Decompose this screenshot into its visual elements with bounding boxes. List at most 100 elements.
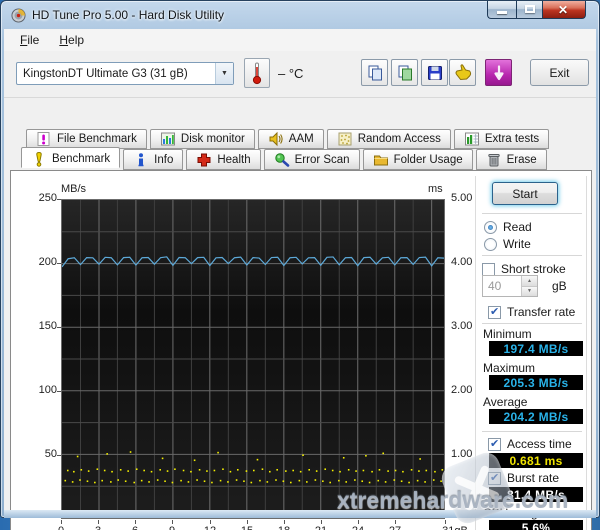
tab-label: Extra tests [484,133,540,145]
short-stroke-spinner[interactable]: 40 ▲ ▼ [482,275,538,297]
tab-extra-tests[interactable]: Extra tests [453,129,550,149]
chart-canvas [62,200,444,518]
x-axis-tick-label: 3 [78,525,118,530]
x-axis-tick [247,520,248,524]
read-radio-row[interactable]: Read [484,220,532,234]
left-axis-unit: MB/s [61,183,87,195]
magnifier-icon [274,152,289,167]
short-stroke-unit: gB [552,279,567,293]
hand-button[interactable] [449,59,476,86]
download-button[interactable] [485,59,512,86]
exit-button[interactable]: Exit [530,59,589,86]
x-axis-tick-label: 9 [152,525,192,530]
temperature-value: – °C [278,66,304,81]
x-axis-tick [61,520,62,524]
tab-aam[interactable]: AAM [257,129,324,149]
x-axis-tick-label: 15 [227,525,267,530]
tab-disk-monitor[interactable]: Disk monitor [149,129,255,149]
spinner-down-icon[interactable]: ▼ [522,286,537,296]
tab-benchmark[interactable]: Benchmark [21,147,121,168]
speaker-icon [269,131,283,147]
x-axis-tick [358,520,359,524]
transfer-rate-label: Transfer rate [507,305,576,319]
access-time-row[interactable]: Access time [488,437,572,451]
spinner-buttons[interactable]: ▲ ▼ [521,276,537,296]
copy-button[interactable] [361,59,388,86]
burst-rate-row[interactable]: Burst rate [488,471,559,485]
close-icon: ✕ [558,3,569,17]
x-axis-tick-label: 24 [338,525,378,530]
tab-label: Info [154,153,174,166]
x-axis-tick [210,520,211,524]
left-axis-tick-label: 150 [38,320,57,332]
left-axis-tick-label: 100 [38,384,57,396]
write-radio[interactable] [484,237,497,251]
spinner-up-icon[interactable]: ▲ [522,276,537,287]
left-axis-tick [57,455,61,456]
tab-erase[interactable]: Erase [475,149,547,170]
minimize-icon [497,11,507,14]
right-axis-tick-label: 2.00 [451,384,473,396]
read-label: Read [503,220,532,234]
tab-health[interactable]: Health [186,149,261,170]
access-time-value: 0.681 ms [489,453,583,468]
right-axis-tick-label: 3.00 [451,320,473,332]
menu-file[interactable]: File [12,31,47,49]
start-label: Start [512,186,538,201]
tab-random-access[interactable]: Random Access [326,129,451,149]
write-radio-row[interactable]: Write [484,237,531,251]
transfer-rate-row[interactable]: Transfer rate [488,305,575,319]
tab-file-benchmark[interactable]: File Benchmark [26,129,147,149]
tab-label: Benchmark [52,152,111,165]
tab-label: Error Scan [294,153,350,166]
copy-icon [368,65,382,80]
chart-plot-area [61,199,445,519]
access-time-checkbox[interactable] [488,437,501,451]
transfer-rate-checkbox[interactable] [488,305,501,319]
tab-info[interactable]: Info [123,149,184,170]
left-axis-tick [57,327,61,328]
average-value: 204.2 MB/s [489,409,583,424]
left-axis-tick [57,391,61,392]
menu-help[interactable]: Help [51,31,92,49]
titlebar[interactable]: HD Tune Pro 5.00 - Hard Disk Utility ✕ [1,1,599,29]
short-stroke-checkbox[interactable] [482,262,495,276]
left-axis-tick-label: 200 [38,256,57,268]
x-axis-tick-label: 27 [375,525,415,530]
extra-tests-icon [464,132,479,146]
maximum-label: Maximum [483,361,536,375]
burst-rate-checkbox[interactable] [488,471,501,485]
x-axis-tick-label: 21 [301,525,341,530]
separator [482,323,582,324]
tab-folder-usage[interactable]: Folder Usage [362,149,473,170]
read-radio[interactable] [484,220,497,234]
tab-error-scan[interactable]: Error Scan [263,149,360,170]
right-axis-tick-label: 4.00 [451,256,473,268]
temperature-button[interactable] [244,58,270,88]
menubar: File Help [4,29,596,51]
save-icon [427,65,442,80]
start-button[interactable]: Start [492,182,558,205]
tab-row-2: Benchmark Info Health Error Scan Folder … [4,147,596,170]
tab-label: Disk monitor [180,133,245,145]
desktop: HD Tune Pro 5.00 - Hard Disk Utility ✕ F… [0,0,600,530]
hdtune-window: HD Tune Pro 5.00 - Hard Disk Utility ✕ F… [0,0,600,530]
random-access-icon [338,132,352,146]
x-axis-tick [98,520,99,524]
chevron-down-icon[interactable]: ▼ [215,63,233,84]
tab-label: AAM [288,133,314,145]
right-axis-unit: ms [428,183,443,195]
maximize-button[interactable] [516,1,543,19]
minimum-label: Minimum [483,327,532,341]
caption-buttons: ✕ [487,1,586,19]
minimize-button[interactable] [487,1,516,19]
device-select[interactable]: KingstonDT Ultimate G3 (31 gB) ▼ [16,62,234,85]
short-stroke-row[interactable]: Short stroke [482,262,566,276]
copy-image-button[interactable] [391,59,418,86]
separator [482,213,582,214]
download-arrow-icon [493,64,504,80]
close-button[interactable]: ✕ [543,1,586,19]
x-axis-tick-label: 18 [264,525,304,530]
toolbar: KingstonDT Ultimate G3 (31 gB) ▼ – °C Ex… [4,51,596,98]
save-button[interactable] [421,59,448,86]
